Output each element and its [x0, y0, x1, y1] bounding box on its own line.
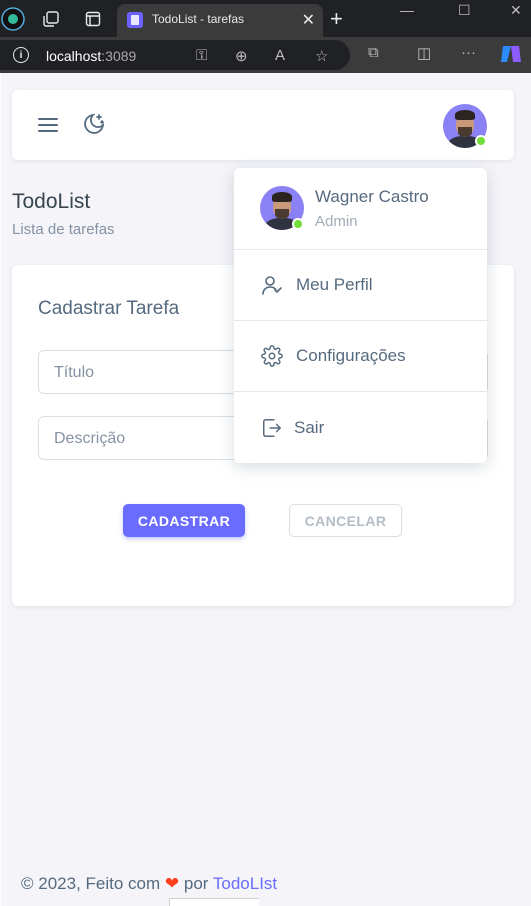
divider: [234, 320, 487, 321]
tab-actions-icon[interactable]: [80, 6, 106, 32]
page-title: TodoList: [12, 190, 91, 213]
favorite-star-icon[interactable]: ☆: [315, 47, 328, 65]
menu-item-label: Sair: [294, 418, 325, 437]
workspaces-icon[interactable]: [38, 6, 64, 32]
site-info-icon[interactable]: i: [13, 47, 29, 63]
footer-brand-link[interactable]: TodoLIst: [213, 874, 277, 893]
gear-icon: [261, 345, 283, 367]
user-header[interactable]: Wagner Castro Admin: [234, 168, 487, 248]
menu-item-label: Meu Perfil: [296, 275, 373, 294]
split-screen-icon[interactable]: ◫: [417, 44, 431, 62]
user-dropdown-menu: Wagner Castro Admin Meu Perfil Configura…: [234, 168, 487, 463]
menu-item-profile[interactable]: Meu Perfil: [234, 265, 487, 305]
url-text: localhost:3089: [46, 48, 137, 64]
description-placeholder: Descrição: [54, 430, 126, 447]
read-aloud-icon[interactable]: A: [275, 47, 285, 64]
window-close-icon[interactable]: ✕: [510, 2, 522, 19]
page-subtitle: Lista de tarefas: [12, 221, 115, 238]
title-placeholder: Título: [54, 364, 95, 381]
heart-icon: ❤: [164, 874, 180, 893]
minimize-icon[interactable]: —: [400, 2, 414, 18]
submit-button[interactable]: CADASTRAR: [123, 504, 245, 537]
online-status-icon: [475, 135, 487, 147]
menu-icon[interactable]: [38, 117, 58, 133]
address-bar: i localhost:3089 ⚿ ⊕ A ☆ ⧉ ◫ ···: [0, 37, 531, 73]
more-menu-icon[interactable]: ···: [461, 44, 476, 61]
divider: [234, 249, 487, 250]
browser-titlebar: TodoList - tarefas ✕ + — ☐ ✕: [0, 0, 531, 37]
extensions-icon[interactable]: ⧉: [368, 44, 379, 61]
user-check-icon: [262, 276, 282, 295]
footer-text: © 2023, Feito com: [21, 874, 161, 893]
divider: [234, 391, 487, 392]
profile-icon[interactable]: [0, 6, 26, 32]
maximize-icon[interactable]: ☐: [458, 2, 471, 19]
new-tab-icon[interactable]: +: [330, 6, 343, 32]
menu-item-label: Configurações: [296, 346, 406, 365]
browser-tab[interactable]: TodoList - tarefas ✕: [117, 4, 323, 37]
scroll-button[interactable]: [169, 898, 259, 906]
page-viewport: TodoList Lista de tarefas Cadastrar Tare…: [0, 73, 531, 906]
cancel-button[interactable]: CANCELAR: [289, 504, 402, 537]
copilot-icon[interactable]: [500, 44, 522, 68]
top-navbar: [12, 90, 514, 160]
user-role: Admin: [315, 213, 358, 230]
footer-by: por: [183, 874, 209, 893]
dark-mode-icon[interactable]: [80, 112, 106, 138]
form-title: Cadastrar Tarefa: [38, 298, 180, 319]
tab-title: TodoList - tarefas: [152, 12, 245, 26]
url-field[interactable]: i localhost:3089 ⚿ ⊕ A ☆: [0, 40, 350, 70]
favicon-icon: [127, 12, 143, 28]
logout-icon: [263, 419, 281, 437]
menu-item-logout[interactable]: Sair: [234, 408, 487, 448]
online-status-icon: [292, 218, 304, 230]
menu-item-settings[interactable]: Configurações: [234, 336, 487, 376]
user-name: Wagner Castro: [315, 187, 429, 206]
footer: © 2023, Feito com ❤ por TodoLIst: [21, 874, 277, 894]
zoom-icon[interactable]: ⊕: [235, 47, 248, 65]
key-icon[interactable]: ⚿: [196, 47, 207, 64]
close-tab-icon[interactable]: ✕: [302, 10, 315, 30]
